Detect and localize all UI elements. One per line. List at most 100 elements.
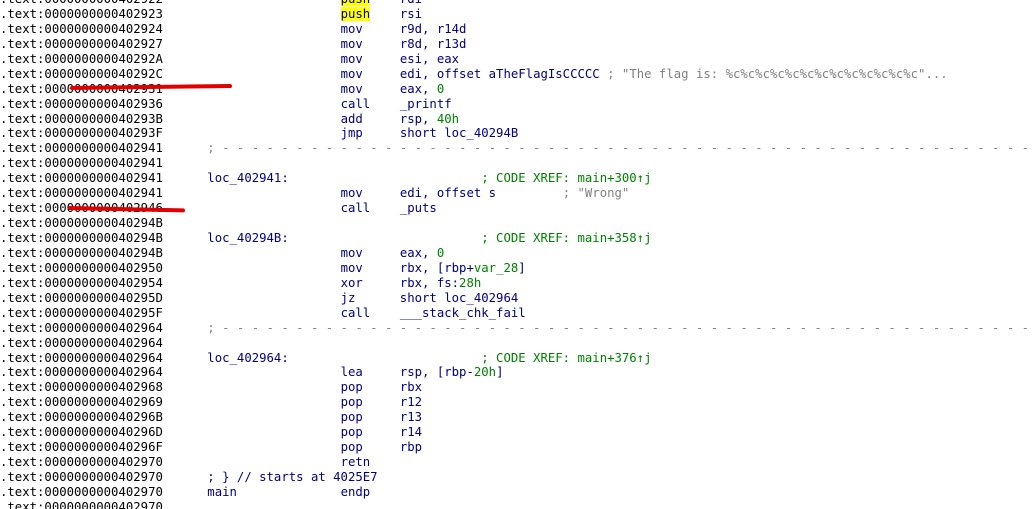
disassembly-line[interactable]: .text:0000000000402970 [0, 500, 1036, 509]
disassembly-line[interactable]: .text:000000000040294B mov eax, 0 [0, 246, 1036, 261]
code-xref-comment[interactable]: ; CODE XREF: main+300↑j [481, 171, 651, 185]
mnemonic[interactable]: jz [341, 291, 356, 305]
address-cell: .text:0000000000402941 [0, 186, 208, 201]
disassembly-line[interactable]: .text:0000000000402936 call _printf [0, 97, 1036, 112]
operands[interactable]: r12 [400, 395, 422, 409]
disassembly-line[interactable]: .text:000000000040296D pop r14 [0, 425, 1036, 440]
disassembly-line[interactable]: .text:0000000000402964 ; - - - - - - - -… [0, 321, 1036, 336]
disassembly-line[interactable]: .text:000000000040295F call ___stack_chk… [0, 306, 1036, 321]
mnemonic[interactable]: pop [341, 425, 363, 439]
mnemonic[interactable]: call [341, 201, 371, 215]
disassembly-line[interactable]: .text:0000000000402964 [0, 336, 1036, 351]
label-gutter [207, 97, 340, 111]
operands[interactable]: rsi [400, 7, 422, 21]
operands[interactable]: edi, offset aTheFlagIsCCCCC [400, 67, 600, 81]
code-xref-comment[interactable]: ; CODE XREF: main+376↑j [481, 351, 651, 365]
mnemonic[interactable]: pop [341, 380, 363, 394]
operands[interactable]: rsp, 40h [400, 112, 459, 126]
operands[interactable]: r13 [400, 410, 422, 424]
disassembly-line[interactable]: .text:0000000000402941 [0, 156, 1036, 171]
operands[interactable]: esi, eax [400, 52, 459, 66]
mnemonic[interactable]: mov [341, 37, 363, 51]
disassembly-line[interactable]: .text:000000000040292A mov esi, eax [0, 52, 1036, 67]
mnemonic[interactable]: jmp [341, 126, 363, 140]
disassembly-line[interactable]: .text:000000000040293F jmp short loc_402… [0, 126, 1036, 141]
disassembly-line[interactable]: .text:0000000000402954 xor rbx, fs:28h [0, 276, 1036, 291]
operands[interactable]: rbx, fs:28h [400, 276, 481, 290]
operands[interactable]: eax, 0 [400, 246, 444, 260]
mnemonic[interactable]: mov [341, 67, 363, 81]
disassembly-line[interactable]: .text:0000000000402950 mov rbx, [rbp+var… [0, 261, 1036, 276]
disassembly-line[interactable]: .text:0000000000402964 lea rsp, [rbp-20h… [0, 365, 1036, 380]
mnemonic[interactable]: xor [341, 276, 363, 290]
disassembly-line[interactable]: .text:000000000040292C mov edi, offset a… [0, 67, 1036, 82]
mnemonic[interactable]: lea [341, 365, 363, 379]
disassembly-line[interactable]: .text:0000000000402964 loc_402964: ; COD… [0, 351, 1036, 366]
mnemonic[interactable]: push [340, 6, 371, 21]
mnemonic[interactable]: endp [341, 485, 371, 499]
mnemonic[interactable]: mov [341, 22, 363, 36]
mnemonic[interactable]: pop [341, 395, 363, 409]
operands[interactable]: ___stack_chk_fail [400, 306, 526, 320]
disassembly-line[interactable]: .text:0000000000402924 mov r9d, r14d [0, 22, 1036, 37]
mnemonic-pad [363, 37, 400, 51]
disassembly-line[interactable]: .text:000000000040296B pop r13 [0, 410, 1036, 425]
mnemonic[interactable]: push [340, 0, 371, 6]
disassembly-line[interactable]: .text:000000000040294B loc_40294B: ; COD… [0, 231, 1036, 246]
code-label[interactable]: loc_402964: [207, 351, 340, 365]
disassembly-line[interactable]: .text:000000000040293B add rsp, 40h [0, 112, 1036, 127]
address-cell: .text:0000000000402964 [0, 320, 208, 335]
disassembly-view[interactable]: .text:0000000000402922 push rdi.text:000… [0, 0, 1036, 509]
disassembly-line[interactable]: .text:0000000000402931 mov eax, 0 [0, 82, 1036, 97]
operands[interactable]: _printf [400, 97, 452, 111]
disassembly-line[interactable]: .text:0000000000402922 push rdi [0, 0, 1036, 7]
mnemonic[interactable]: pop [341, 440, 363, 454]
disassembly-line[interactable]: .text:000000000040296F pop rbp [0, 440, 1036, 455]
disassembly-line[interactable]: .text:0000000000402941 loc_402941: ; COD… [0, 171, 1036, 186]
mnemonic[interactable]: mov [341, 246, 363, 260]
mnemonic[interactable]: mov [341, 261, 363, 275]
mnemonic[interactable]: pop [341, 410, 363, 424]
code-label[interactable]: main [207, 485, 340, 499]
disassembly-line[interactable]: .text:0000000000402927 mov r8d, r13d [0, 37, 1036, 52]
operands[interactable]: rdi [400, 0, 422, 6]
operands[interactable]: rsp, [rbp-20h] [400, 365, 504, 379]
operands[interactable]: _puts [400, 201, 437, 215]
mnemonic[interactable]: add [341, 112, 363, 126]
operands[interactable]: eax, 0 [400, 82, 444, 96]
disassembly-line[interactable]: .text:0000000000402968 pop rbx [0, 380, 1036, 395]
mnemonic[interactable]: call [341, 306, 371, 320]
label-gutter [207, 276, 340, 290]
operands[interactable]: short loc_402964 [400, 291, 518, 305]
mnemonic[interactable]: retn [341, 455, 371, 469]
address-cell: .text:0000000000402964 [0, 365, 208, 380]
disassembly-line[interactable]: .text:0000000000402969 pop r12 [0, 395, 1036, 410]
operands[interactable]: short loc_40294B [400, 126, 518, 140]
mnemonic[interactable]: mov [341, 186, 363, 200]
address-cell: .text:000000000040294B [0, 231, 208, 245]
operands[interactable]: r14 [400, 425, 422, 439]
code-label[interactable]: loc_402941: [207, 171, 340, 185]
code-label[interactable]: loc_40294B: [207, 231, 340, 245]
disassembly-line[interactable]: .text:0000000000402941 ; - - - - - - - -… [0, 141, 1036, 156]
disassembly-line[interactable]: .text:0000000000402923 push rsi [0, 6, 1036, 22]
operands[interactable]: rbx [400, 380, 422, 394]
disassembly-line[interactable]: .text:0000000000402970 retn [0, 455, 1036, 470]
operands[interactable]: r9d, r14d [400, 22, 467, 36]
disassembly-line[interactable]: .text:0000000000402946 call _puts [0, 201, 1036, 216]
mnemonic[interactable]: mov [341, 82, 363, 96]
operands[interactable]: r8d, r13d [400, 37, 467, 51]
mnemonic-pad [363, 365, 400, 379]
operands[interactable]: edi, offset s [400, 186, 496, 200]
disassembly-line[interactable]: .text:000000000040294B [0, 216, 1036, 231]
disassembly-line[interactable]: .text:000000000040295D jz short loc_4029… [0, 291, 1036, 306]
operands[interactable]: rbx, [rbp+var_28] [400, 261, 526, 275]
operands[interactable]: rbp [400, 440, 422, 454]
disassembly-line[interactable]: .text:0000000000402970 ; } // starts at … [0, 470, 1036, 485]
disassembly-listing[interactable]: .text:0000000000402922 push rdi.text:000… [0, 0, 1036, 509]
mnemonic[interactable]: call [341, 97, 371, 111]
disassembly-line[interactable]: .text:0000000000402941 mov edi, offset s… [0, 186, 1036, 201]
disassembly-line[interactable]: .text:0000000000402970 main endp [0, 485, 1036, 500]
code-xref-comment[interactable]: ; CODE XREF: main+358↑j [481, 231, 651, 245]
mnemonic[interactable]: mov [341, 52, 363, 66]
